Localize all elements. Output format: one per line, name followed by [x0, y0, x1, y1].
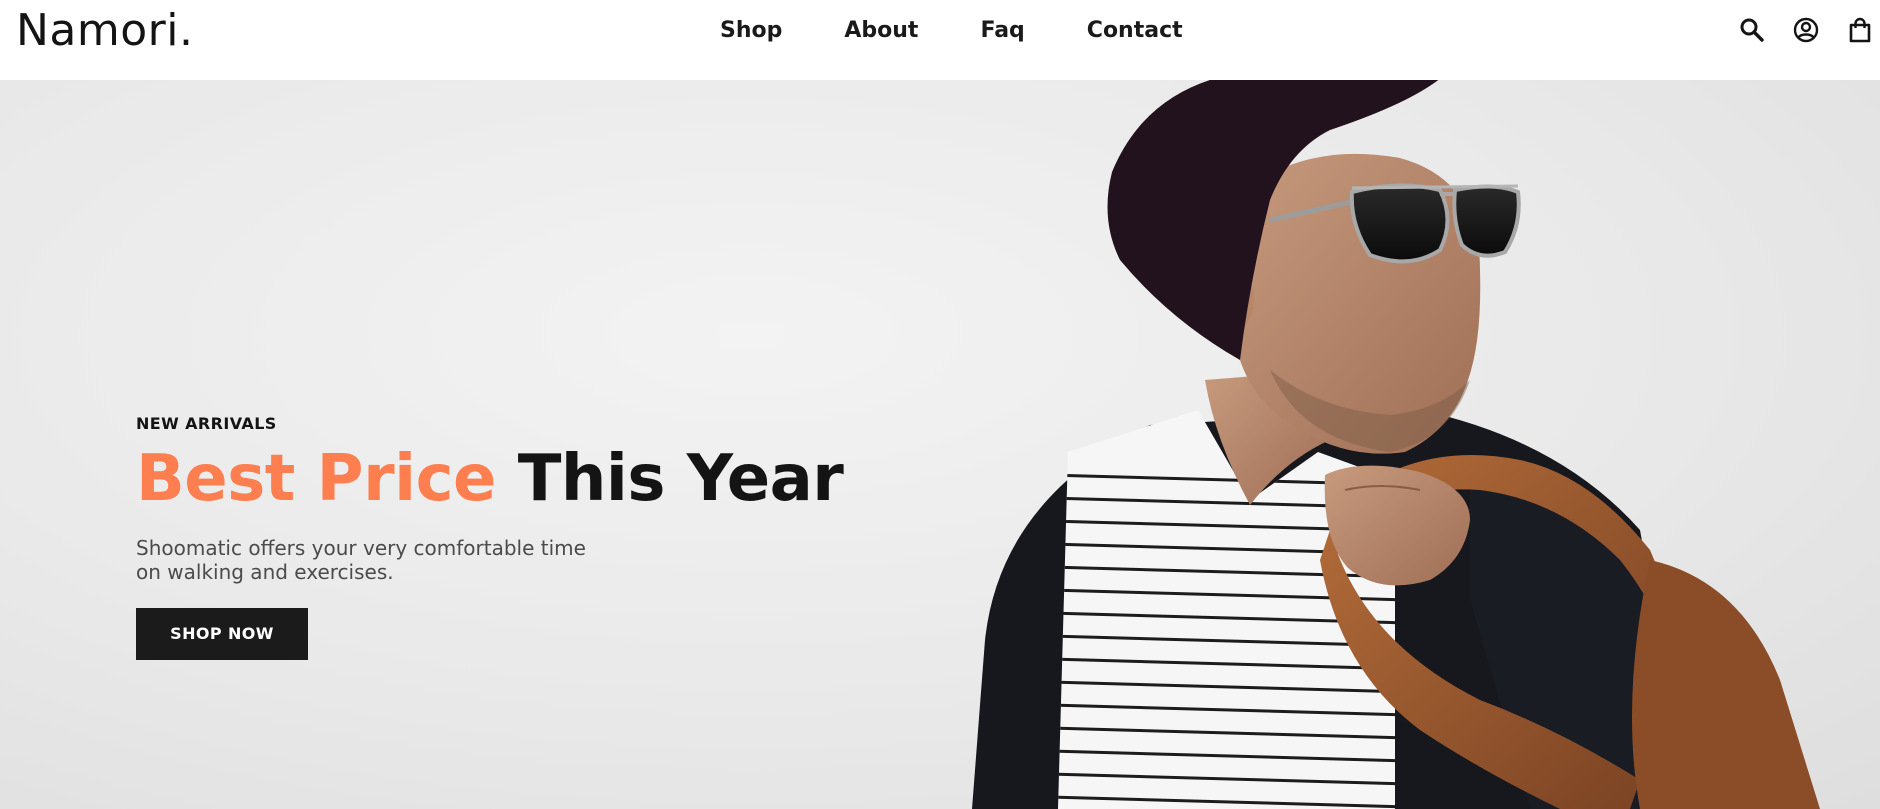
- hero-content: NEW ARRIVALS Best Price This Year Shooma…: [136, 414, 856, 660]
- shop-now-button[interactable]: SHOP NOW: [136, 608, 308, 660]
- nav-link-faq[interactable]: Faq: [980, 18, 1024, 44]
- hero-banner: NEW ARRIVALS Best Price This Year Shooma…: [0, 80, 1880, 809]
- hero-headline: Best Price This Year: [136, 444, 856, 514]
- user-account-icon[interactable]: [1790, 14, 1822, 46]
- nav-link-contact[interactable]: Contact: [1087, 18, 1183, 44]
- main-nav: Shop About Faq Contact: [720, 18, 1183, 44]
- site-header: Namori. Shop About Faq Contact: [0, 0, 1880, 80]
- search-icon[interactable]: [1736, 14, 1768, 46]
- brand-logo[interactable]: Namori.: [16, 4, 193, 58]
- hero-headline-rest: This Year: [517, 442, 844, 516]
- hero-eyebrow: NEW ARRIVALS: [136, 414, 277, 433]
- hero-headline-accent: Best Price: [136, 442, 496, 516]
- hero-description: Shoomatic offers your very comfortable t…: [136, 536, 586, 584]
- nav-link-shop[interactable]: Shop: [720, 18, 782, 44]
- nav-link-about[interactable]: About: [844, 18, 918, 44]
- shopping-bag-icon[interactable]: [1844, 14, 1876, 46]
